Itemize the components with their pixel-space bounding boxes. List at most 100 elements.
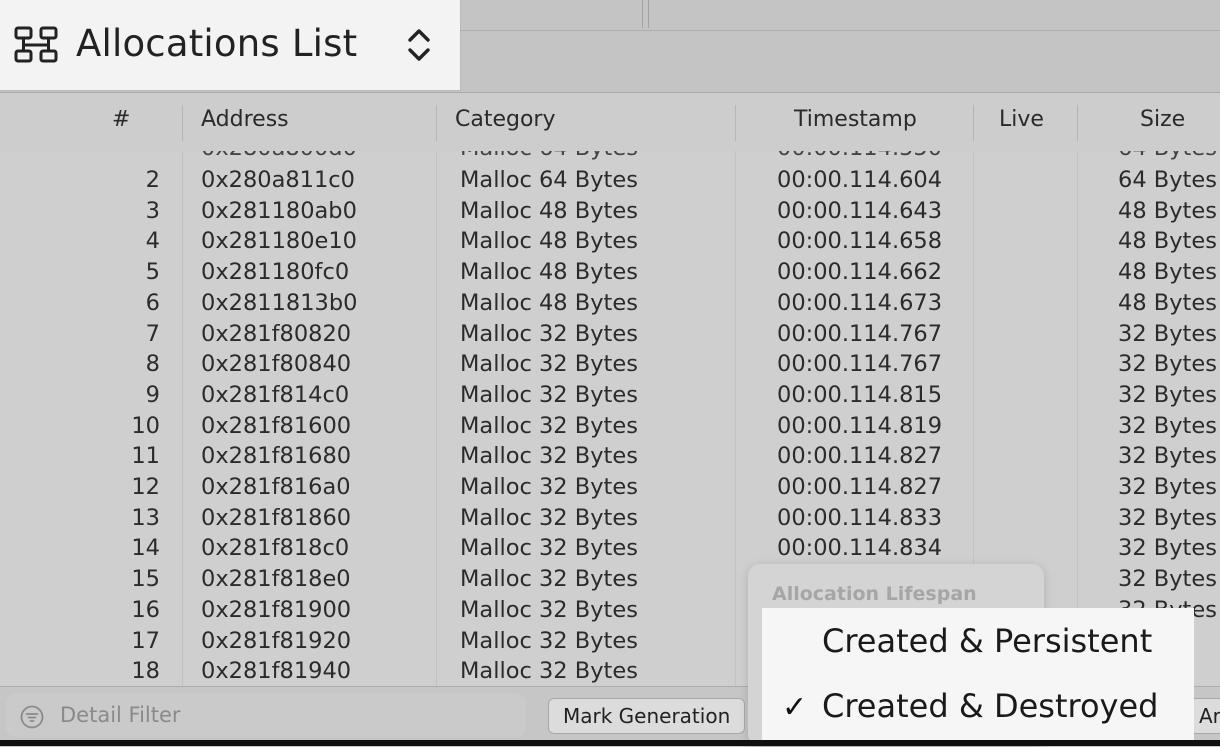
cell-address: 0x280a811c0 [201, 167, 355, 193]
cell-number: 4 [145, 228, 160, 255]
menu-item-created-persistent[interactable]: Created & Persistent [822, 622, 1152, 660]
table-row[interactable]: 9 0x281f814c0 Malloc 32 Bytes 00:00.114.815… [0, 381, 1220, 411]
cell-address: 0x281f81680 [201, 443, 352, 470]
cell-category: Malloc 48 Bytes [460, 259, 638, 286]
cell-category: Malloc 32 Bytes [460, 566, 638, 593]
divider [648, 0, 649, 28]
cell-size: 32 Bytes [1118, 412, 1217, 439]
menu-title: Allocation Lifespan [772, 583, 977, 605]
table-row[interactable]: 13 0x281f81860 Malloc 32 Bytes 00:00.114.83… [0, 504, 1220, 534]
cell-number: 15 [131, 566, 160, 593]
filter-placeholder: Detail Filter [60, 703, 181, 727]
column-header-address[interactable]: Address [201, 107, 289, 132]
table-row[interactable]: 12 0x281f816a0 Malloc 32 Bytes 00:00.114.82… [0, 473, 1220, 503]
cell-category: Malloc 32 Bytes [460, 474, 638, 500]
cell-number: 6 [145, 289, 160, 316]
cell-size: 32 Bytes [1118, 381, 1217, 408]
cell-category: Malloc 32 Bytes [460, 320, 638, 347]
column-divider[interactable] [182, 105, 183, 141]
column-header-category[interactable]: Category [455, 107, 556, 132]
cell-address: 0x281f81900 [201, 596, 352, 623]
cell-size: 32 Bytes [1118, 566, 1217, 593]
cell-timestamp: 00:00.114.767 [777, 351, 943, 378]
table-row[interactable]: 8 0x281f80840 Malloc 32 Bytes 00:00.114.767… [0, 350, 1220, 380]
cell-timestamp: 00:00.114.604 [777, 167, 943, 193]
view-title: Allocations List [76, 22, 358, 65]
cell-timestamp: 00:00.114.767 [777, 320, 943, 347]
cell-address: 0x281180ab0 [201, 197, 357, 224]
table-row[interactable]: 4 0x281180e10 Malloc 48 Bytes 00:00.114.658… [0, 227, 1220, 257]
column-header-size[interactable]: Size [1140, 107, 1185, 132]
table-row[interactable]: 11 0x281f81680 Malloc 32 Bytes 00:00.114.82… [0, 442, 1220, 472]
table-row[interactable]: 3 0x281180ab0 Malloc 48 Bytes 00:00.114.643… [0, 197, 1220, 227]
cell-number: 14 [131, 535, 160, 562]
cell-category: Malloc 48 Bytes [460, 228, 638, 255]
column-divider[interactable] [973, 105, 974, 141]
cell-size: 32 Bytes [1118, 351, 1217, 378]
cell-number: 8 [145, 351, 160, 378]
cell-number: 10 [131, 412, 160, 439]
cell-address: 0x281f816a0 [201, 474, 351, 500]
cell-size: 32 Bytes [1118, 504, 1217, 531]
cell-size: 32 Bytes [1118, 474, 1217, 500]
cell-timestamp: 00:00.114.673 [777, 289, 943, 316]
column-divider[interactable] [735, 105, 736, 141]
cell-category: Malloc 32 Bytes [460, 351, 638, 378]
table-row[interactable]: 6 0x2811813b0 Malloc 48 Bytes 00:00.114.673… [0, 289, 1220, 319]
cell-address: 0x2811813b0 [201, 289, 358, 316]
cell-number: 2 [145, 167, 160, 193]
divider [642, 0, 643, 28]
cell-category: Malloc 48 Bytes [460, 289, 638, 316]
cell-timestamp: 00:00.114.658 [777, 228, 943, 255]
cell-number: 11 [131, 443, 160, 470]
cell-size: 64 Bytes [1118, 151, 1217, 161]
cell-timestamp: 00:00.114.819 [777, 412, 943, 439]
table-row[interactable]: 14 0x281f818c0 Malloc 32 Bytes 00:00.114.83… [0, 534, 1220, 564]
cell-category: Malloc 32 Bytes [460, 504, 638, 531]
column-header-live[interactable]: Live [999, 107, 1044, 132]
table-row-partial[interactable]: 0x280a800d0 Malloc 64 Bytes 00:00.114.55… [0, 151, 1220, 165]
view-selector[interactable]: Allocations List [0, 0, 460, 90]
cell-size: 32 Bytes [1118, 535, 1217, 562]
cell-category: Malloc 48 Bytes [460, 197, 638, 224]
cell-number: 9 [145, 381, 160, 408]
cell-address: 0x280a800d0 [201, 151, 357, 161]
cell-number: 12 [131, 474, 160, 500]
cell-category: Malloc 64 Bytes [460, 167, 638, 193]
list-view-icon [14, 26, 58, 63]
column-divider[interactable] [1077, 105, 1078, 141]
cell-address: 0x281f814c0 [201, 381, 350, 408]
cell-number: 17 [131, 627, 160, 654]
cell-category: Malloc 32 Bytes [460, 412, 638, 439]
filter-icon [20, 705, 44, 729]
cell-category: Malloc 64 Bytes [460, 151, 638, 161]
cell-size: 64 Bytes [1118, 167, 1217, 193]
table-row[interactable]: 10 0x281f81600 Malloc 32 Bytes 00:00.114.81… [0, 412, 1220, 442]
cell-category: Malloc 32 Bytes [460, 535, 638, 562]
truncated-button[interactable]: Ar [1190, 698, 1220, 734]
cell-category: Malloc 32 Bytes [460, 443, 638, 470]
chevron-up-down-icon [408, 29, 430, 61]
cell-category: Malloc 32 Bytes [460, 658, 638, 685]
lifespan-options: Created & Persistent ✓ Created & Destroy… [762, 608, 1194, 746]
checkmark-icon: ✓ [782, 690, 808, 725]
cell-address: 0x281180e10 [201, 228, 357, 255]
cell-address: 0x281f80820 [201, 320, 352, 347]
cell-timestamp: 00:00.114.662 [777, 259, 943, 286]
column-header-number[interactable]: # [112, 107, 130, 132]
cell-timestamp: 00:00.114.550 [777, 151, 942, 161]
table-row[interactable]: 7 0x281f80820 Malloc 32 Bytes 00:00.114.767… [0, 320, 1220, 350]
cell-address: 0x281f818e0 [201, 566, 351, 593]
detail-filter-field[interactable]: Detail Filter [6, 693, 526, 737]
table-row[interactable]: 5 0x281180fc0 Malloc 48 Bytes 00:00.114.662… [0, 258, 1220, 288]
column-divider[interactable] [436, 105, 437, 141]
cell-timestamp: 00:00.114.827 [777, 443, 943, 470]
cell-address: 0x281f81860 [201, 504, 352, 531]
cell-category: Malloc 32 Bytes [460, 596, 638, 623]
cell-number: 5 [145, 259, 160, 286]
table-row[interactable]: 2 0x280a811c0 Malloc 64 Bytes 00:00.114.604… [0, 166, 1220, 196]
mark-generation-button[interactable]: Mark Generation [548, 698, 746, 734]
cell-number: 7 [145, 320, 160, 347]
menu-item-created-destroyed[interactable]: Created & Destroyed [822, 687, 1158, 725]
column-header-timestamp[interactable]: Timestamp [794, 107, 917, 132]
